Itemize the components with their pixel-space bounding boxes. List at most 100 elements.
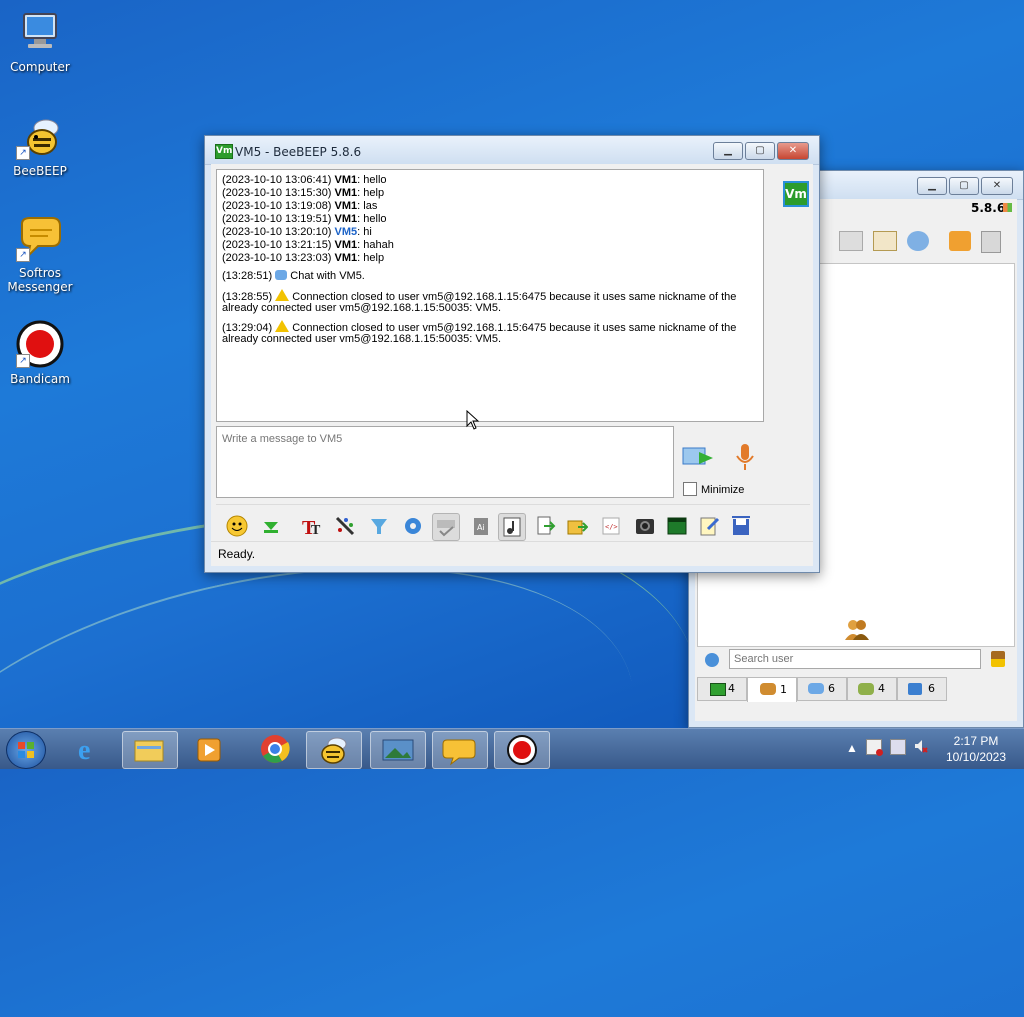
desktop-icon-softros[interactable]: ↗ Softros Messenger bbox=[2, 214, 78, 294]
tab-groups[interactable]: 4 bbox=[847, 677, 897, 701]
color-button[interactable] bbox=[332, 513, 358, 539]
send-button[interactable] bbox=[681, 442, 715, 472]
minimize-checkbox[interactable] bbox=[683, 482, 697, 496]
smiley-icon bbox=[226, 515, 248, 537]
version-label: 5.8.6 bbox=[971, 201, 1006, 215]
send-folder-button[interactable] bbox=[564, 513, 590, 539]
minimize-button[interactable]: ▁ bbox=[713, 142, 743, 160]
edit-icon[interactable] bbox=[873, 231, 897, 251]
windows-logo-icon bbox=[18, 742, 34, 758]
settings-button[interactable] bbox=[400, 513, 426, 539]
chat-window[interactable]: Vm VM5 - BeeBEEP 5.8.6 ▁ ▢ ✕ (2023-10-10… bbox=[204, 135, 820, 573]
search-user-input[interactable] bbox=[729, 649, 981, 669]
notes-button[interactable] bbox=[696, 513, 722, 539]
show-hidden-icons-icon[interactable]: ▲ bbox=[846, 741, 858, 755]
screenshot-button[interactable] bbox=[632, 513, 658, 539]
warning-message: (13:29:04) Connection closed to user vm5… bbox=[222, 320, 736, 334]
font-button[interactable]: TT bbox=[298, 513, 324, 539]
taskbar-internet-explorer[interactable]: e bbox=[64, 731, 118, 767]
tab-files[interactable]: 6 bbox=[897, 677, 947, 701]
desktop-icon-computer[interactable]: Computer bbox=[2, 8, 78, 74]
message-nick: VM1 bbox=[334, 213, 358, 225]
message-text: : hahah bbox=[357, 239, 394, 251]
volume-muted-icon[interactable] bbox=[914, 739, 928, 753]
chat-message: (2023-10-10 13:20:10) VM5: hi bbox=[222, 226, 372, 238]
desktop-icon-bandicam[interactable]: ↗ Bandicam bbox=[2, 320, 78, 386]
minimize-button[interactable]: ▁ bbox=[917, 177, 947, 195]
system-message: (13:28:51) Chat with VM5. bbox=[222, 270, 365, 282]
tab-count: 6 bbox=[828, 682, 835, 695]
dictionary-button[interactable]: Ai bbox=[468, 513, 494, 539]
status-text: Ready. bbox=[218, 547, 256, 561]
chat-icon bbox=[808, 683, 824, 694]
save-chat-button[interactable] bbox=[532, 513, 558, 539]
tab-count: 1 bbox=[780, 683, 787, 696]
voice-button[interactable] bbox=[733, 442, 757, 474]
close-button[interactable]: ✕ bbox=[981, 177, 1013, 195]
message-text: : hi bbox=[357, 226, 372, 238]
taskbar-beebeep[interactable] bbox=[306, 731, 362, 769]
status-bar: Ready. bbox=[211, 541, 813, 566]
code-icon: </> bbox=[602, 517, 620, 535]
save-button[interactable] bbox=[728, 513, 754, 539]
network-icon[interactable] bbox=[890, 739, 906, 755]
action-center-flag-icon[interactable] bbox=[866, 739, 883, 756]
update-icon[interactable] bbox=[949, 231, 971, 251]
taskbar-file-explorer[interactable] bbox=[122, 731, 178, 769]
taskbar-media-player[interactable] bbox=[184, 731, 238, 767]
chat-log[interactable]: (2023-10-10 13:06:41) VM1: hello (2023-1… bbox=[216, 169, 764, 422]
expand-button[interactable] bbox=[258, 513, 284, 539]
chat-message: (2023-10-10 13:19:08) VM1: las bbox=[222, 200, 377, 212]
maximize-button[interactable]: ▢ bbox=[949, 177, 979, 195]
desktop-icon-beebeep[interactable]: ↗ BeeBEEP bbox=[2, 112, 78, 178]
message-input[interactable]: Write a message to VM5 bbox=[216, 426, 674, 498]
chat-message: (2023-10-10 13:21:15) VM1: hahah bbox=[222, 239, 394, 251]
chat-message: (2023-10-10 13:19:51) VM1: hello bbox=[222, 213, 387, 225]
image-viewer-icon bbox=[382, 739, 414, 761]
screen-icon bbox=[667, 517, 687, 535]
main-toolbar bbox=[819, 223, 1019, 261]
users-group-icon bbox=[844, 618, 870, 640]
camera-icon bbox=[636, 519, 654, 534]
taskbar-chrome[interactable] bbox=[248, 731, 302, 767]
taskbar: e ▲ 2:17 PM 10/10/2023 bbox=[0, 728, 1024, 769]
tab-chats[interactable]: 6 bbox=[797, 677, 847, 701]
message-time: (2023-10-10 13:19:51) bbox=[222, 213, 332, 225]
html-button[interactable]: </> bbox=[598, 513, 624, 539]
trash-icon[interactable] bbox=[981, 231, 1001, 253]
close-button[interactable]: ✕ bbox=[777, 142, 809, 160]
sound-button[interactable] bbox=[498, 513, 526, 541]
tab-users[interactable]: 1 bbox=[747, 677, 797, 702]
gear-icon[interactable] bbox=[705, 653, 719, 667]
message-nick: VM1 bbox=[334, 252, 358, 264]
tab-count: 4 bbox=[728, 682, 735, 695]
computer-icon bbox=[16, 8, 64, 56]
tools-icon[interactable] bbox=[907, 231, 929, 251]
maximize-button[interactable]: ▢ bbox=[745, 142, 775, 160]
record-icon: ↗ bbox=[16, 320, 64, 368]
spellcheck-icon bbox=[437, 520, 455, 537]
share-desktop-button[interactable] bbox=[664, 513, 690, 539]
message-nick: VM1 bbox=[334, 239, 358, 251]
envelope-icon[interactable] bbox=[839, 231, 863, 251]
taskbar-bandicam[interactable] bbox=[494, 731, 550, 769]
filter-button[interactable] bbox=[366, 513, 392, 539]
search-row bbox=[697, 647, 1013, 673]
folder-arrow-icon bbox=[567, 520, 589, 535]
start-button[interactable] bbox=[6, 731, 46, 769]
taskbar-softros-messenger[interactable] bbox=[432, 731, 488, 769]
tab-computers[interactable]: 4 bbox=[697, 677, 747, 701]
vm-avatar: Vm bbox=[783, 181, 809, 207]
broom-icon[interactable] bbox=[991, 651, 1005, 667]
emoji-button[interactable] bbox=[224, 513, 250, 539]
chat-window-titlebar[interactable]: Vm VM5 - BeeBEEP 5.8.6 ▁ ▢ ✕ bbox=[205, 136, 819, 165]
taskbar-image-viewer[interactable] bbox=[370, 731, 426, 769]
tab-count: 4 bbox=[878, 682, 885, 695]
send-icon bbox=[682, 447, 713, 465]
dictionary-icon: Ai bbox=[474, 518, 488, 535]
clock[interactable]: 2:17 PM 10/10/2023 bbox=[936, 733, 1016, 765]
spellcheck-button[interactable] bbox=[432, 513, 460, 541]
message-text: : help bbox=[357, 252, 385, 264]
clock-time: 2:17 PM bbox=[953, 734, 999, 748]
warning-message: (13:28:55) Connection closed to user vm5… bbox=[222, 289, 736, 303]
